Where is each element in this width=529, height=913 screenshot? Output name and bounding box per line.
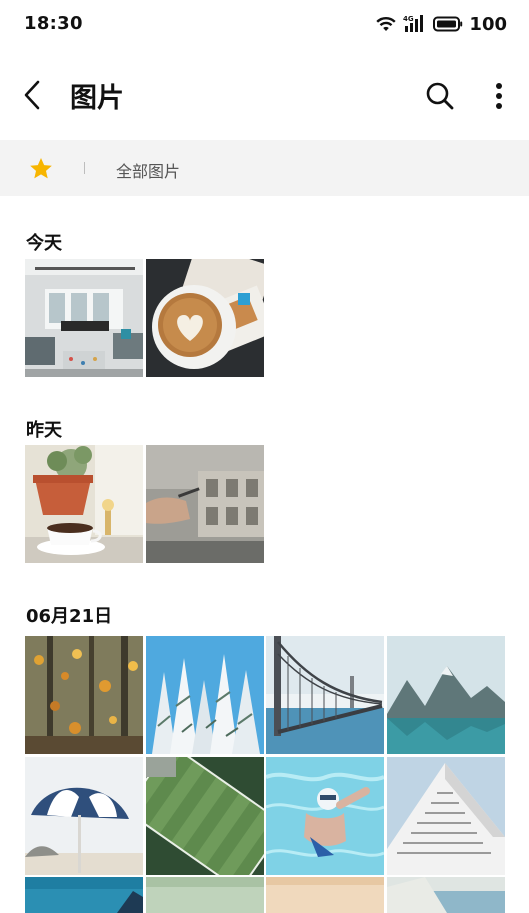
photo-golden-gate-bridge[interactable] [266,636,384,754]
back-button[interactable] [16,78,48,112]
page-title: 图片 [70,83,124,114]
section-date-june-21: 06月21日 [26,606,113,627]
photo-snowy-pines[interactable] [146,636,264,754]
star-favorites-icon[interactable] [28,156,54,182]
photo-beach-umbrella[interactable] [25,757,143,875]
svg-text:4G: 4G [403,15,414,23]
photo-window-hand[interactable] [146,445,264,563]
section-date-today: 今天 [26,233,62,254]
photo-football-field[interactable] [146,757,264,875]
app-bar: 图片 [0,48,529,140]
search-button[interactable] [422,78,458,114]
photo-pale-green[interactable] [146,877,264,913]
status-time: 18:30 [24,13,83,34]
status-bar: 18:30 4G 100 [0,0,529,48]
photo-swimmer[interactable] [266,757,384,875]
more-vertical-icon [496,83,502,109]
photo-beige-wall[interactable] [266,877,384,913]
photo-autumn-forest[interactable] [25,636,143,754]
photo-latte-art[interactable] [146,259,264,377]
cellular-signal-icon: 4G [403,15,424,32]
photo-white-building[interactable] [387,757,505,875]
wifi-icon [376,17,397,31]
photo-coffee-plant[interactable] [25,445,143,563]
battery-icon [433,16,463,32]
section-date-yesterday: 昨天 [26,420,62,441]
all-photos-filter[interactable]: 全部图片 [116,158,180,182]
photo-office-interior[interactable] [25,259,143,377]
photo-teal-water[interactable] [25,877,143,913]
more-options-button[interactable] [484,78,514,114]
photo-sea-building[interactable] [387,877,505,913]
search-icon [426,82,454,110]
photo-mountain-lake[interactable] [387,636,505,754]
album-filter-bar: 全部图片 [0,140,529,196]
back-arrow-icon [24,80,40,110]
filter-divider [84,162,85,174]
battery-level: 100 [469,13,507,35]
